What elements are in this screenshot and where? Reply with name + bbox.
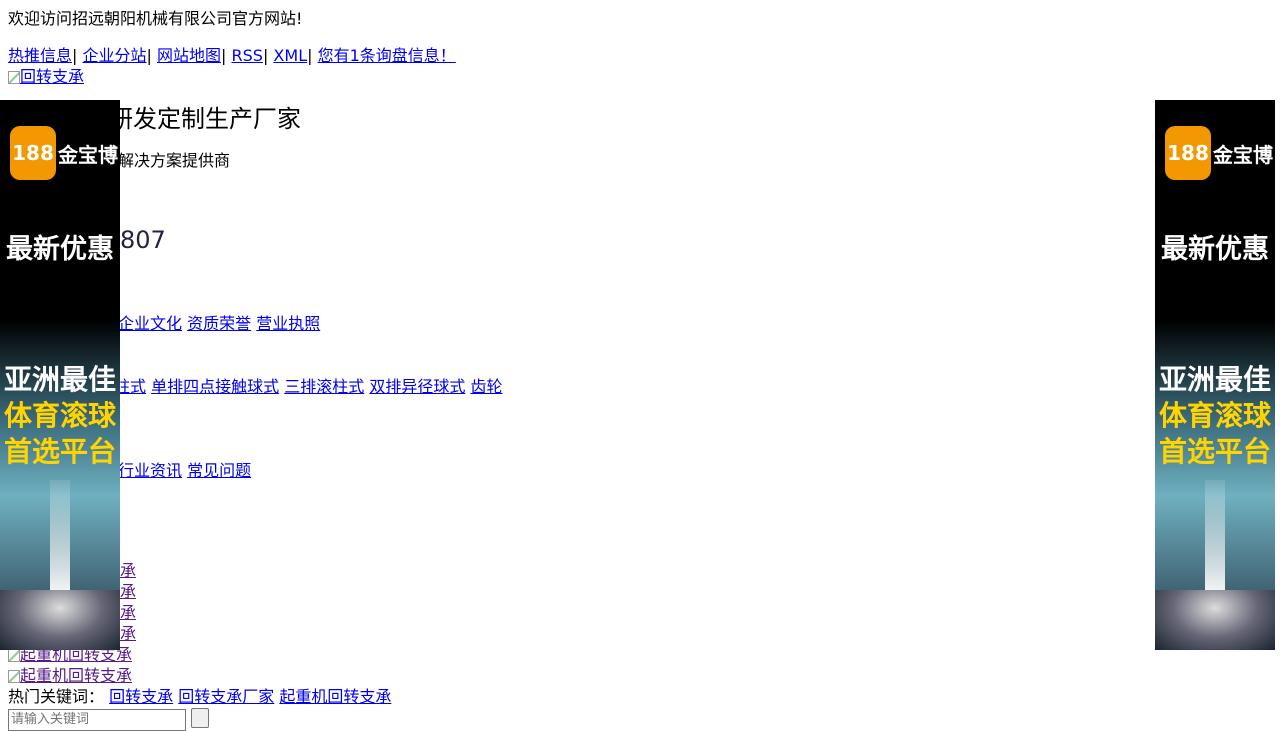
right-floating-ad[interactable]: 188 金宝博 最新优惠 亚洲最佳 体育滚球 首选平台 [1155, 100, 1275, 650]
branch-sites-link[interactable]: 企业分站 [83, 46, 147, 65]
nav-link-three-row[interactable]: 三排滚柱式 [284, 377, 364, 396]
ad-slogan-line: 亚洲最佳 [1158, 363, 1271, 396]
ad-brand: 金宝博 [1213, 143, 1273, 167]
nav-link-double-row[interactable]: 双排异径球式 [369, 377, 465, 396]
welcome-text: 欢迎访问招远朝阳机械有限公司官方网站! [8, 9, 303, 28]
ad-logo: 188 [10, 126, 56, 180]
ad-promo: 最新优惠 [1161, 234, 1269, 265]
inquiry-message-link[interactable]: 您有1条询盘信息！ [318, 46, 456, 65]
ad-stage-graphic [1155, 590, 1275, 650]
ad-light-beam [1205, 480, 1225, 600]
hot-info-link[interactable]: 热推信息 [8, 46, 72, 65]
keyword-link[interactable]: 回转支承 [109, 687, 173, 706]
hero-subline: 解决方案提供商 [118, 151, 231, 170]
logo-image-link[interactable]: 回转支承 [8, 67, 84, 88]
xml-link[interactable]: XML [273, 46, 307, 65]
news-nav: 行业资讯 常见问题 [118, 461, 251, 482]
case-image-alt: 起重机回转支承 [20, 666, 133, 685]
nav-link-culture[interactable]: 企业文化 [118, 314, 182, 333]
rss-link[interactable]: RSS [232, 46, 263, 65]
ad-promo: 最新优惠 [6, 234, 114, 265]
ad-slogan-line: 体育滚球 [3, 399, 116, 432]
hotline-number: 807 [120, 226, 166, 254]
hero-headline: 研发定制生产厂家 [109, 105, 301, 133]
nav-link-four-point[interactable]: 单排四点接触球式 [151, 377, 279, 396]
about-nav: 企业文化 资质荣誉 营业执照 [118, 314, 320, 335]
nav-link-industry-news[interactable]: 行业资讯 [118, 461, 182, 480]
case-image-link[interactable]: 起重机回转支承 [8, 666, 132, 687]
search-bar [8, 708, 210, 731]
ad-slogan-line: 亚洲最佳 [3, 363, 116, 396]
broken-image-icon [8, 648, 20, 662]
logo-alt-text: 回转支承 [20, 67, 85, 86]
ad-slogan-line: 体育滚球 [1158, 399, 1271, 432]
ad-slogan: 亚洲最佳 体育滚球 首选平台 [0, 362, 120, 470]
hot-keywords-label: 热门关键词： [8, 687, 105, 706]
keyword-link[interactable]: 起重机回转支承 [279, 687, 391, 706]
nav-link-gear[interactable]: 齿轮 [470, 377, 502, 396]
nav-link-honors[interactable]: 资质荣誉 [187, 314, 251, 333]
sitemap-link[interactable]: 网站地图 [157, 46, 221, 65]
broken-image-icon [8, 669, 20, 683]
ad-slogan: 亚洲最佳 体育滚球 首选平台 [1155, 362, 1275, 470]
case-link[interactable]: 承 [120, 624, 136, 645]
case-link[interactable]: 承 [120, 561, 136, 582]
nav-link-faq[interactable]: 常见问题 [187, 461, 251, 480]
case-link[interactable]: 承 [120, 603, 136, 624]
case-link[interactable]: 承 [120, 582, 136, 603]
top-links: 热推信息| 企业分站| 网站地图| RSS| XML| 您有1条询盘信息！ [8, 46, 456, 65]
hot-keywords: 热门关键词： 回转支承 回转支承厂家 起重机回转支承 [8, 687, 391, 708]
search-button[interactable] [191, 708, 210, 728]
keyword-link[interactable]: 回转支承厂家 [178, 687, 274, 706]
ad-logo: 188 [1165, 126, 1211, 180]
ad-light-beam [50, 480, 70, 600]
ad-stage-graphic [0, 590, 120, 650]
ad-slogan-line: 首选平台 [3, 435, 116, 468]
ad-slogan-line: 首选平台 [1158, 435, 1271, 468]
ad-brand: 金宝博 [58, 143, 118, 167]
broken-image-icon [8, 70, 20, 84]
product-nav: 滚柱式 单排四点接触球式 三排滚柱式 双排异径球式 齿轮 [98, 377, 502, 398]
left-floating-ad[interactable]: 188 金宝博 最新优惠 亚洲最佳 体育滚球 首选平台 [0, 100, 120, 650]
nav-link-license[interactable]: 营业执照 [256, 314, 320, 333]
